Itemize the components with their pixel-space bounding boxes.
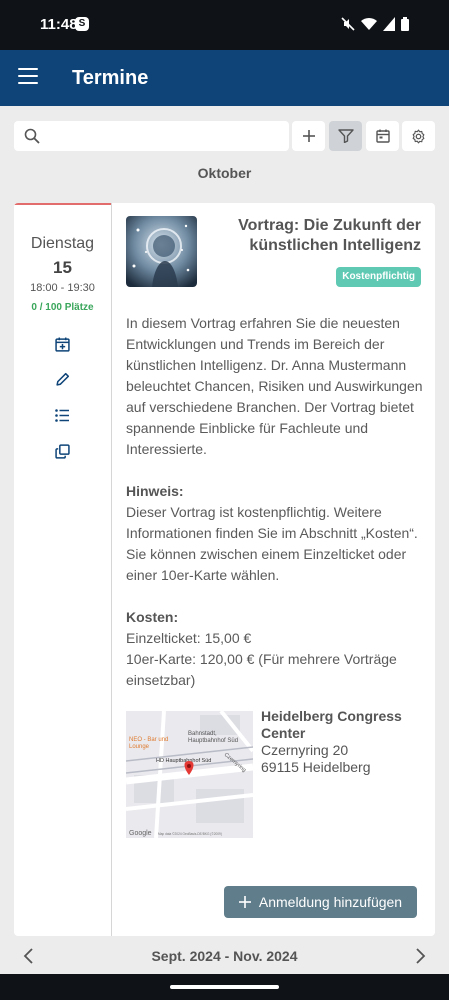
event-image [126, 216, 197, 287]
cost-ten: 10er-Karte: 120,00 € (Für mehrere Vorträ… [126, 651, 397, 688]
costs-heading: Kosten: [126, 609, 179, 625]
event-day: 15 [53, 258, 72, 277]
list-icon [54, 408, 69, 422]
map-label-neo: NEO - Bar und [129, 737, 168, 743]
toolbar [14, 121, 435, 151]
accent-line [14, 203, 111, 205]
map-label-bahnstadt: Bahnstadt, [188, 731, 217, 737]
event-time: 18:00 - 19:30 [30, 282, 95, 294]
duplicate-button[interactable] [52, 441, 72, 461]
gesture-bar [0, 974, 449, 1000]
page-title: Termine [72, 67, 149, 89]
location-city: 69115 Heidelberg [261, 759, 371, 775]
map-label-hbf-sued: Hauptbahnhof Süd [188, 738, 238, 744]
location-block: Heidelberg Congress Center Czernyring 20… [261, 708, 426, 776]
event-card: Dienstag 15 18:00 - 19:30 0 / 100 Plätze [14, 203, 435, 936]
hint-heading: Hinweis: [126, 483, 184, 499]
filter-icon [337, 129, 354, 143]
copy-icon [54, 443, 70, 459]
battery-icon [401, 17, 409, 31]
pencil-icon [55, 372, 69, 386]
filter-button[interactable] [329, 121, 362, 151]
event-details: Vortrag: Die Zukunft der künstlichen Int… [112, 203, 435, 936]
settings-button[interactable] [402, 121, 435, 151]
search-icon [24, 128, 40, 144]
search-box [14, 121, 289, 151]
event-weekday: Dienstag [30, 235, 95, 252]
add-to-calendar-button[interactable] [52, 334, 72, 354]
app-notification-icon: S [75, 17, 89, 31]
plus-icon [238, 896, 251, 908]
location-street: Czernyring 20 [261, 742, 349, 758]
system-icons [341, 17, 409, 31]
map-label-neo-line2: Lounge [129, 744, 150, 750]
map-label-hd-hbf-sued: HD Hauptbahnhof Süd [156, 758, 211, 764]
range-navigation: Sept. 2024 - Nov. 2024 [0, 942, 449, 972]
event-date-column: Dienstag 15 18:00 - 19:30 0 / 100 Plätze [14, 203, 112, 936]
event-title: Vortrag: Die Zukunft der künstlichen Int… [238, 217, 421, 254]
menu-icon[interactable] [18, 68, 38, 84]
event-description: In diesem Vortrag erfahren Sie die neues… [126, 315, 423, 457]
mute-icon [341, 17, 355, 31]
plus-icon [302, 130, 315, 142]
calendar-icon [375, 129, 390, 143]
add-registration-label: Anmeldung hinzufügen [258, 894, 403, 910]
month-header: Oktober [197, 165, 252, 181]
chevron-right-icon[interactable] [413, 947, 427, 965]
edit-button[interactable] [52, 369, 72, 389]
participants-list-button[interactable] [52, 405, 72, 425]
map-google-logo: Google [129, 830, 152, 837]
status-bar: 11:48 S [0, 0, 449, 50]
map-attribution: Map data ©2024 GeoBasis-DE/BKG (©2009) [158, 832, 222, 836]
app-bar: Termine [0, 50, 449, 106]
signal-icon [383, 17, 395, 31]
calendar-button[interactable] [366, 121, 399, 151]
add-event-button[interactable] [292, 121, 325, 151]
add-registration-button[interactable]: Anmeldung hinzufügen [224, 886, 417, 918]
event-places: 0 / 100 Plätze [31, 302, 94, 313]
pricing-badge: Kostenpflichtig [336, 267, 421, 287]
search-input[interactable] [50, 125, 280, 147]
home-indicator[interactable] [170, 985, 279, 989]
calendar-add-icon [54, 337, 70, 352]
gear-icon [412, 129, 425, 143]
status-time: 11:48 [40, 16, 78, 33]
date-range-label: Sept. 2024 - Nov. 2024 [151, 948, 298, 964]
location-name: Heidelberg Congress Center [261, 708, 402, 741]
event-description-block: In diesem Vortrag erfahren Sie die neues… [126, 313, 426, 691]
location-map[interactable]: NEO - Bar und Lounge Bahnstadt, Hauptbah… [126, 711, 253, 838]
hint-text: Dieser Vortrag ist kostenpflichtig. Weit… [126, 504, 418, 583]
wifi-icon [361, 17, 377, 30]
cost-single: Einzelticket: 15,00 € [126, 630, 252, 646]
